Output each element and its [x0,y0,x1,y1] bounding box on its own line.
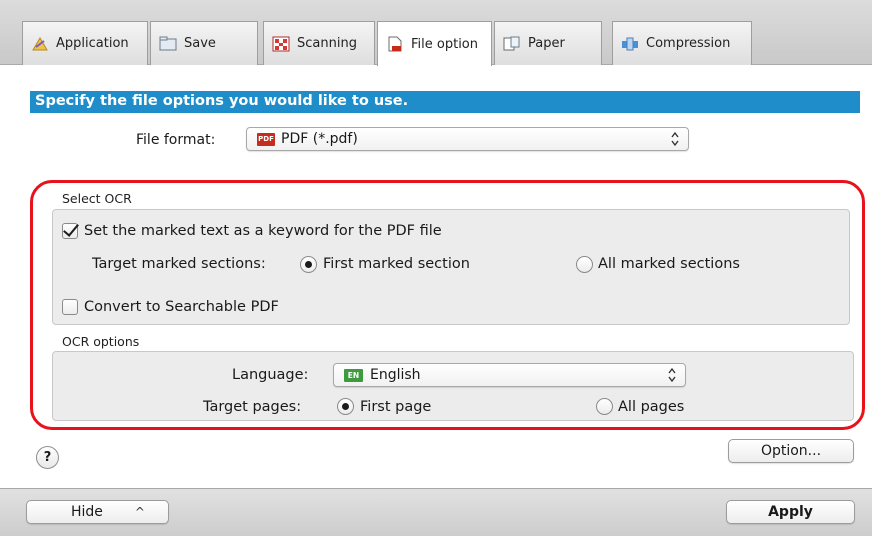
first-page-radio[interactable] [337,398,354,415]
file-format-select[interactable]: PDF PDF (*.pdf) [246,127,689,151]
help-button[interactable]: ? [36,446,59,469]
all-marked-sections-label: All marked sections [598,256,740,272]
language-label: Language: [232,367,309,383]
stepper-arrows-icon [671,131,679,147]
tab-file-option[interactable]: File option [377,21,492,66]
compression-icon [622,37,638,50]
english-flag-icon: EN [344,368,363,382]
first-page-label: First page [360,399,432,415]
all-marked-sections-radio[interactable] [576,256,593,273]
option-button[interactable]: Option... [728,439,854,463]
paper-icon [503,36,520,50]
scanning-icon [272,36,290,51]
tab-scanning-label: Scanning [297,36,357,51]
language-value: English [370,367,421,383]
file-format-value: PDF (*.pdf) [281,131,358,147]
language-select[interactable]: EN English [333,363,686,387]
application-icon [32,36,48,50]
file-option-panel: Specify the file options you would like … [0,66,872,488]
tab-compression-label: Compression [646,36,731,51]
select-ocr-title: Select OCR [62,191,132,206]
bottom-bar: Hide ^ Apply [0,488,872,536]
searchable-pdf-label: Convert to Searchable PDF [84,299,279,315]
hide-button[interactable]: Hide ^ [26,500,169,524]
section-header: Specify the file options you would like … [30,91,860,113]
stepper-arrows-icon [668,367,676,383]
tab-save[interactable]: Save [150,21,258,65]
first-marked-section-radio[interactable] [300,256,317,273]
all-pages-radio[interactable] [596,398,613,415]
file-icon [388,36,402,52]
tab-file-option-label: File option [411,36,478,52]
tab-application-label: Application [56,36,129,51]
keyword-checkbox[interactable] [62,223,78,239]
target-marked-sections-label: Target marked sections: [92,256,266,272]
target-pages-label: Target pages: [203,399,302,415]
tab-compression[interactable]: Compression [612,21,752,65]
tab-application[interactable]: Application [22,21,148,65]
searchable-pdf-checkbox[interactable] [62,299,78,315]
hide-button-label: Hide [71,504,103,520]
apply-button[interactable]: Apply [726,500,855,524]
tab-paper[interactable]: Paper [494,21,602,65]
pdf-icon: PDF [257,132,275,146]
tab-paper-label: Paper [528,36,565,51]
file-format-label: File format: [136,132,216,148]
keyword-checkbox-label: Set the marked text as a keyword for the… [84,223,442,239]
all-pages-label: All pages [618,399,685,415]
tab-scanning[interactable]: Scanning [263,21,375,65]
folder-icon [159,36,177,50]
chevron-up-icon: ^ [134,505,145,519]
tab-bar: Application Save Scanning File option Pa… [0,0,872,66]
ocr-options-title: OCR options [62,334,140,349]
tab-save-label: Save [184,36,216,51]
first-marked-section-label: First marked section [323,256,470,272]
